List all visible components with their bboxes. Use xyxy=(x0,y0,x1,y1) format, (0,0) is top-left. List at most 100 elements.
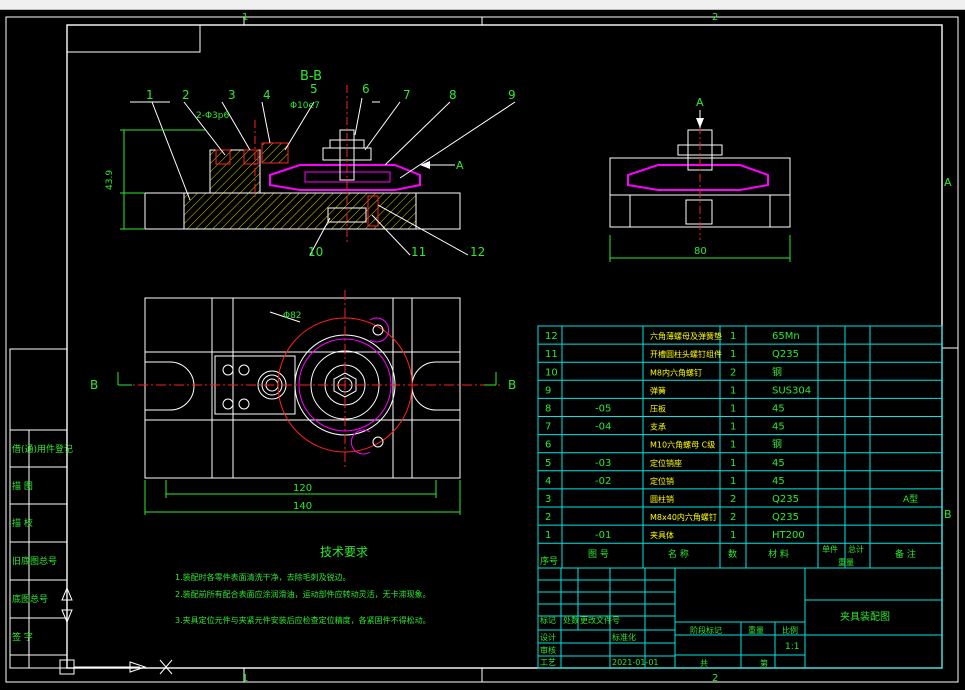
tb-label-count: 处数 xyxy=(563,615,579,625)
bom-header-weight2: 总计 xyxy=(848,544,864,554)
bom-cell-qty: 1 xyxy=(730,476,736,487)
balloon-3: 3 xyxy=(228,88,236,102)
balloon-2: 2 xyxy=(182,88,190,102)
bom-cell-no: 1 xyxy=(545,530,551,541)
bom-cell-no: 2 xyxy=(545,512,551,523)
height-label: 43.9 xyxy=(105,170,115,190)
bom-header-weight3: 重量 xyxy=(838,557,854,567)
balloon-11: 11 xyxy=(411,245,426,259)
tb-label-process: 工艺 xyxy=(540,658,556,667)
balloon-7: 7 xyxy=(403,88,411,102)
zone-col2-bottom: 2 xyxy=(712,673,718,684)
view-arrow-a: A xyxy=(456,159,464,172)
title-block-date: 2021-01-01 xyxy=(612,658,659,667)
side-view-arrow: A xyxy=(696,96,704,109)
bom-cell-mat: 45 xyxy=(772,476,785,487)
bom-cell-name: 夹具体 xyxy=(650,530,674,540)
strip-label-2: 描 图 xyxy=(12,480,33,492)
tb-label-std: 标准化 xyxy=(612,632,636,642)
bom-cell-no: 8 xyxy=(545,404,551,415)
pin-label: 2-Φ3p6 xyxy=(196,111,229,121)
cut-label-left: B xyxy=(90,378,98,392)
tb-label-review: 审核 xyxy=(540,645,556,655)
bom-cell-code: -01 xyxy=(595,530,611,541)
cad-canvas[interactable]: 1 2 1 2 A B 借(通)用件登记 描 图 描 校 旧底图总号 底图总号 … xyxy=(0,0,965,690)
balloon-6: 6 xyxy=(362,82,370,96)
bom-cell-mat: 钢 xyxy=(772,365,782,378)
ucs-icon xyxy=(59,560,173,675)
bom-cell-name: 压板 xyxy=(650,404,666,414)
balloon-9: 9 xyxy=(508,88,516,102)
bom-cell-name: 六角薄螺母及弹簧垫 xyxy=(650,331,722,341)
bom-cell-name: 定位销座 xyxy=(650,458,682,468)
bom-cell-name: 开槽圆柱头螺钉组件 xyxy=(650,349,722,359)
balloon-12: 12 xyxy=(470,245,485,259)
bom-cell-qty: 1 xyxy=(730,440,736,451)
side-view-width: 80 xyxy=(694,246,707,257)
bom-cell-no: 6 xyxy=(545,440,551,451)
bom-cell-qty: 2 xyxy=(730,367,736,378)
bom-cell-qty: 1 xyxy=(730,349,736,360)
bom-cell-mat: 45 xyxy=(772,404,785,415)
balloon-8: 8 xyxy=(449,88,457,102)
bom-cell-code: -04 xyxy=(595,422,611,433)
bom-header-mat: 材 料 xyxy=(768,548,789,560)
bom-cell-qty: 1 xyxy=(730,458,736,469)
plan-view xyxy=(117,290,500,515)
bom-header-qty: 数 xyxy=(728,548,737,560)
bom-cell-code: -03 xyxy=(595,458,611,469)
title-block-name: 夹具装配图 xyxy=(840,610,890,623)
zone-col2-top: 2 xyxy=(712,12,718,23)
bom-header-name: 名 称 xyxy=(668,548,689,560)
bom-cell-qty: 2 xyxy=(730,494,736,505)
strip-label-5: 底图总号 xyxy=(12,593,48,605)
bom-cell-name: M8内六角螺钉 xyxy=(650,367,702,377)
bom-cell-no: 10 xyxy=(545,367,558,378)
tb-label-doc: 更改文件号 xyxy=(580,615,620,625)
drawing-svg: 1 2 1 2 A B 借(通)用件登记 描 图 描 校 旧底图总号 底图总号 … xyxy=(5,12,959,684)
bom-cell-mat: 钢 xyxy=(772,438,782,451)
bom-cell-qty: 2 xyxy=(730,512,736,523)
balloon-10: 10 xyxy=(308,245,323,259)
cut-label-right: B xyxy=(508,378,516,392)
zone-col1-top: 1 xyxy=(242,12,248,23)
title-block-scale: 1:1 xyxy=(785,642,799,652)
bore-label: Φ10e7 xyxy=(290,101,320,111)
bom-cell-mat: 65Mn xyxy=(772,331,800,342)
bom-cell-no: 5 xyxy=(545,458,551,469)
bom-cell-qty: 1 xyxy=(730,331,736,342)
bom-cell-mat: SUS304 xyxy=(772,385,811,396)
bom-cell-mat: Q235 xyxy=(772,349,799,360)
bom-cell-no: 3 xyxy=(545,494,551,505)
strip-label-1: 借(通)用件登记 xyxy=(12,443,73,455)
tb-label-scale: 比例 xyxy=(782,625,798,635)
outer-frame xyxy=(5,16,959,683)
bom-cell-qty: 1 xyxy=(730,385,736,396)
bom-cell-name: M8x40内六角螺钉 xyxy=(650,512,717,522)
tech-note-3: 3.夹具定位元件与夹紧元件安装后应检查定位精度，各紧固件不得松动。 xyxy=(175,615,431,625)
bom-header-note: 备 注 xyxy=(895,548,916,560)
bom-cell-qty: 1 xyxy=(730,404,736,415)
balloon-4: 4 xyxy=(263,88,271,102)
bom-cell-mat: Q235 xyxy=(772,494,799,505)
inner-frame xyxy=(66,24,943,669)
tb-label-sheet: 第 xyxy=(760,658,768,668)
strip-label-6: 签 字 xyxy=(12,631,33,643)
tb-label-weight: 重量 xyxy=(748,625,764,635)
strip-label-4: 旧底图总号 xyxy=(12,555,57,567)
bom-cell-mat: HT200 xyxy=(772,530,805,541)
strip-label-3: 描 校 xyxy=(12,517,33,529)
balloon-5: 5 xyxy=(310,82,318,96)
dim-outer: 140 xyxy=(293,501,312,512)
bom-header-weight1: 单件 xyxy=(822,544,838,554)
bom-cell-name: 圆柱销 xyxy=(650,494,674,504)
tech-title: 技术要求 xyxy=(320,545,368,559)
bom-cell-mat: 45 xyxy=(772,458,785,469)
tb-label-stage: 阶段标记 xyxy=(690,625,722,635)
bom-cell-no: 4 xyxy=(545,476,551,487)
zone-row-b: B xyxy=(944,508,952,521)
bom-cell-code: -02 xyxy=(595,476,611,487)
bom-cell-no: 9 xyxy=(545,385,551,396)
bom-cell-no: 7 xyxy=(545,422,551,433)
tb-label-total: 共 xyxy=(700,659,708,668)
